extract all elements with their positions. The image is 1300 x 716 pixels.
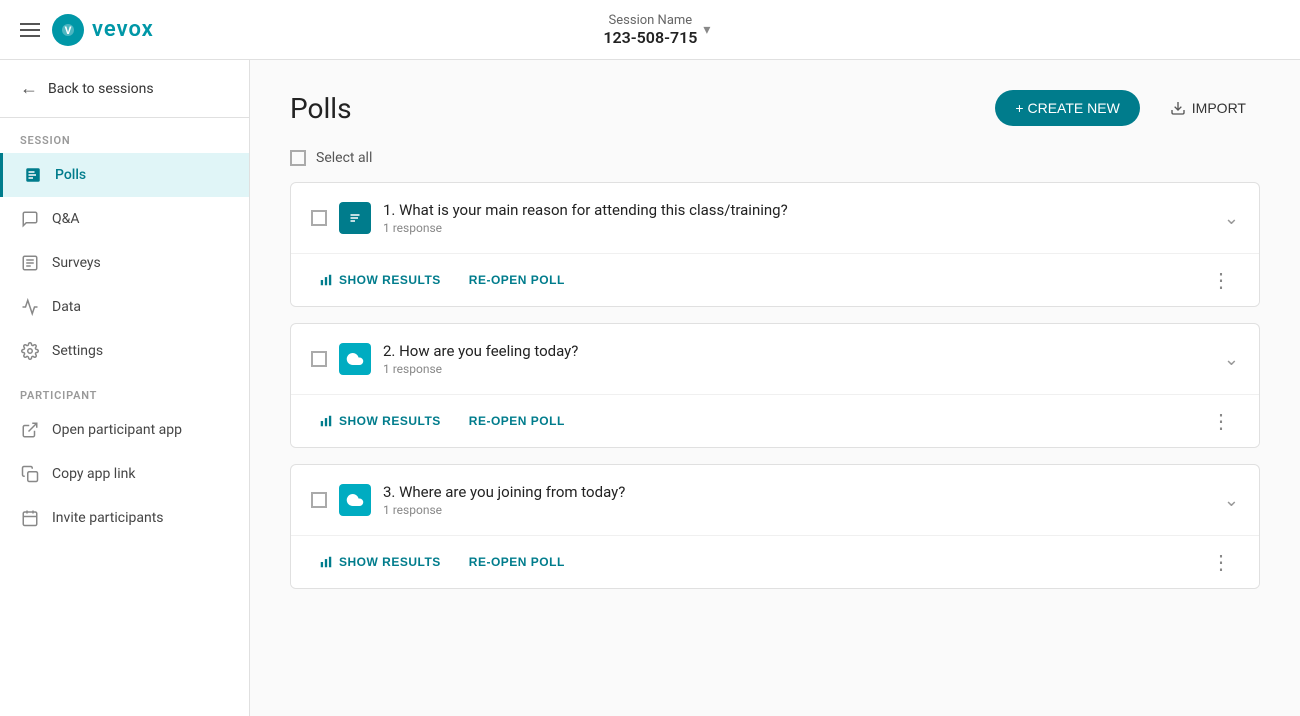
- show-results-icon-2: [319, 414, 333, 428]
- sidebar-item-invite[interactable]: Invite participants: [0, 496, 249, 540]
- select-all-checkbox[interactable]: [290, 150, 306, 166]
- session-info: Session Name 123-508-715 ▾: [603, 13, 710, 47]
- poll-3-expand-icon[interactable]: ⌄: [1224, 490, 1239, 511]
- participant-section-label: PARTICIPANT: [0, 373, 249, 408]
- poll-3-responses: 1 response: [383, 503, 625, 517]
- poll-3-checkbox[interactable]: [311, 492, 327, 508]
- show-results-icon-1: [319, 273, 333, 287]
- poll-2-icon: [339, 343, 371, 375]
- create-new-button[interactable]: + CREATE NEW: [995, 90, 1139, 126]
- sidebar-item-data[interactable]: Data: [0, 285, 249, 329]
- session-section-label: SESSION: [0, 118, 249, 153]
- import-icon: [1170, 100, 1186, 116]
- poll-card-2: 2. How are you feeling today? 1 response…: [290, 323, 1260, 448]
- body-layout: ← Back to sessions SESSION Polls Q&A Sur…: [0, 60, 1300, 716]
- poll-2-responses: 1 response: [383, 362, 578, 376]
- poll-2-actions: SHOW RESULTS RE-OPEN POLL ⋮: [291, 394, 1259, 447]
- poll-1-info: 1. What is your main reason for attendin…: [383, 201, 788, 235]
- poll-2-expand-icon[interactable]: ⌄: [1224, 349, 1239, 370]
- poll-1-expand-icon[interactable]: ⌄: [1224, 208, 1239, 229]
- import-label: IMPORT: [1192, 100, 1246, 116]
- sidebar-item-surveys[interactable]: Surveys: [0, 241, 249, 285]
- show-results-icon-3: [319, 555, 333, 569]
- logo-text: vevox: [92, 17, 154, 42]
- surveys-icon: [20, 253, 40, 273]
- poll-1-reopen[interactable]: RE-OPEN POLL: [461, 267, 573, 293]
- poll-3-icon: [339, 484, 371, 516]
- poll-card-3: 3. Where are you joining from today? 1 r…: [290, 464, 1260, 589]
- top-header: V vevox Session Name 123-508-715 ▾: [0, 0, 1300, 60]
- back-arrow-icon: ←: [20, 78, 38, 99]
- data-icon: [20, 297, 40, 317]
- poll-3-info: 3. Where are you joining from today? 1 r…: [383, 483, 625, 517]
- qa-label: Q&A: [52, 211, 79, 227]
- open-app-label: Open participant app: [52, 422, 182, 438]
- surveys-label: Surveys: [52, 255, 101, 271]
- poll-3-actions: SHOW RESULTS RE-OPEN POLL ⋮: [291, 535, 1259, 588]
- header-actions: + CREATE NEW IMPORT: [995, 90, 1260, 126]
- svg-text:V: V: [65, 23, 72, 36]
- sidebar-item-polls[interactable]: Polls: [0, 153, 249, 197]
- polls-label: Polls: [55, 167, 86, 183]
- session-dropdown[interactable]: ▾: [703, 22, 710, 38]
- qa-icon: [20, 209, 40, 229]
- data-label: Data: [52, 299, 81, 315]
- sidebar-item-qa[interactable]: Q&A: [0, 197, 249, 241]
- sidebar: ← Back to sessions SESSION Polls Q&A Sur…: [0, 60, 250, 716]
- page-header: Polls + CREATE NEW IMPORT: [290, 90, 1260, 126]
- poll-3-title: 3. Where are you joining from today?: [383, 483, 625, 501]
- sidebar-item-open-app[interactable]: Open participant app: [0, 408, 249, 452]
- poll-3-more-menu[interactable]: ⋮: [1203, 548, 1239, 576]
- header-left: V vevox: [20, 14, 154, 46]
- logo: V vevox: [52, 14, 154, 46]
- poll-card-1: 1. What is your main reason for attendin…: [290, 182, 1260, 307]
- sidebar-item-settings[interactable]: Settings: [0, 329, 249, 373]
- poll-2-show-results[interactable]: SHOW RESULTS: [311, 408, 449, 434]
- copy-link-label: Copy app link: [52, 466, 135, 482]
- poll-1-actions: SHOW RESULTS RE-OPEN POLL ⋮: [291, 253, 1259, 306]
- back-label: Back to sessions: [48, 81, 154, 97]
- import-button[interactable]: IMPORT: [1156, 90, 1260, 126]
- poll-2-reopen[interactable]: RE-OPEN POLL: [461, 408, 573, 434]
- copy-link-icon: [20, 464, 40, 484]
- polls-icon: [23, 165, 43, 185]
- poll-1-show-results[interactable]: SHOW RESULTS: [311, 267, 449, 293]
- poll-3-reopen[interactable]: RE-OPEN POLL: [461, 549, 573, 575]
- back-to-sessions[interactable]: ← Back to sessions: [0, 60, 249, 118]
- poll-2-title: 2. How are you feeling today?: [383, 342, 578, 360]
- poll-1-responses: 1 response: [383, 221, 788, 235]
- poll-2-checkbox[interactable]: [311, 351, 327, 367]
- invite-icon: [20, 508, 40, 528]
- open-app-icon: [20, 420, 40, 440]
- poll-1-icon: [339, 202, 371, 234]
- poll-2-more-menu[interactable]: ⋮: [1203, 407, 1239, 435]
- poll-2-info: 2. How are you feeling today? 1 response: [383, 342, 578, 376]
- poll-header-2[interactable]: 2. How are you feeling today? 1 response…: [291, 324, 1259, 394]
- poll-1-checkbox[interactable]: [311, 210, 327, 226]
- poll-1-title: 1. What is your main reason for attendin…: [383, 201, 788, 219]
- session-name-label: Session Name: [603, 13, 697, 28]
- settings-label: Settings: [52, 343, 103, 359]
- poll-header-3[interactable]: 3. Where are you joining from today? 1 r…: [291, 465, 1259, 535]
- settings-icon: [20, 341, 40, 361]
- sidebar-item-copy-link[interactable]: Copy app link: [0, 452, 249, 496]
- select-all-label[interactable]: Select all: [316, 150, 372, 166]
- poll-header-1[interactable]: 1. What is your main reason for attendin…: [291, 183, 1259, 253]
- invite-label: Invite participants: [52, 510, 164, 526]
- poll-3-show-results[interactable]: SHOW RESULTS: [311, 549, 449, 575]
- page-title: Polls: [290, 92, 352, 125]
- hamburger-menu[interactable]: [20, 23, 40, 37]
- logo-icon: V: [52, 14, 84, 46]
- main-content: Polls + CREATE NEW IMPORT Select all: [250, 60, 1300, 716]
- session-code: 123-508-715: [603, 28, 697, 47]
- select-all-row: Select all: [290, 150, 1260, 166]
- poll-1-more-menu[interactable]: ⋮: [1203, 266, 1239, 294]
